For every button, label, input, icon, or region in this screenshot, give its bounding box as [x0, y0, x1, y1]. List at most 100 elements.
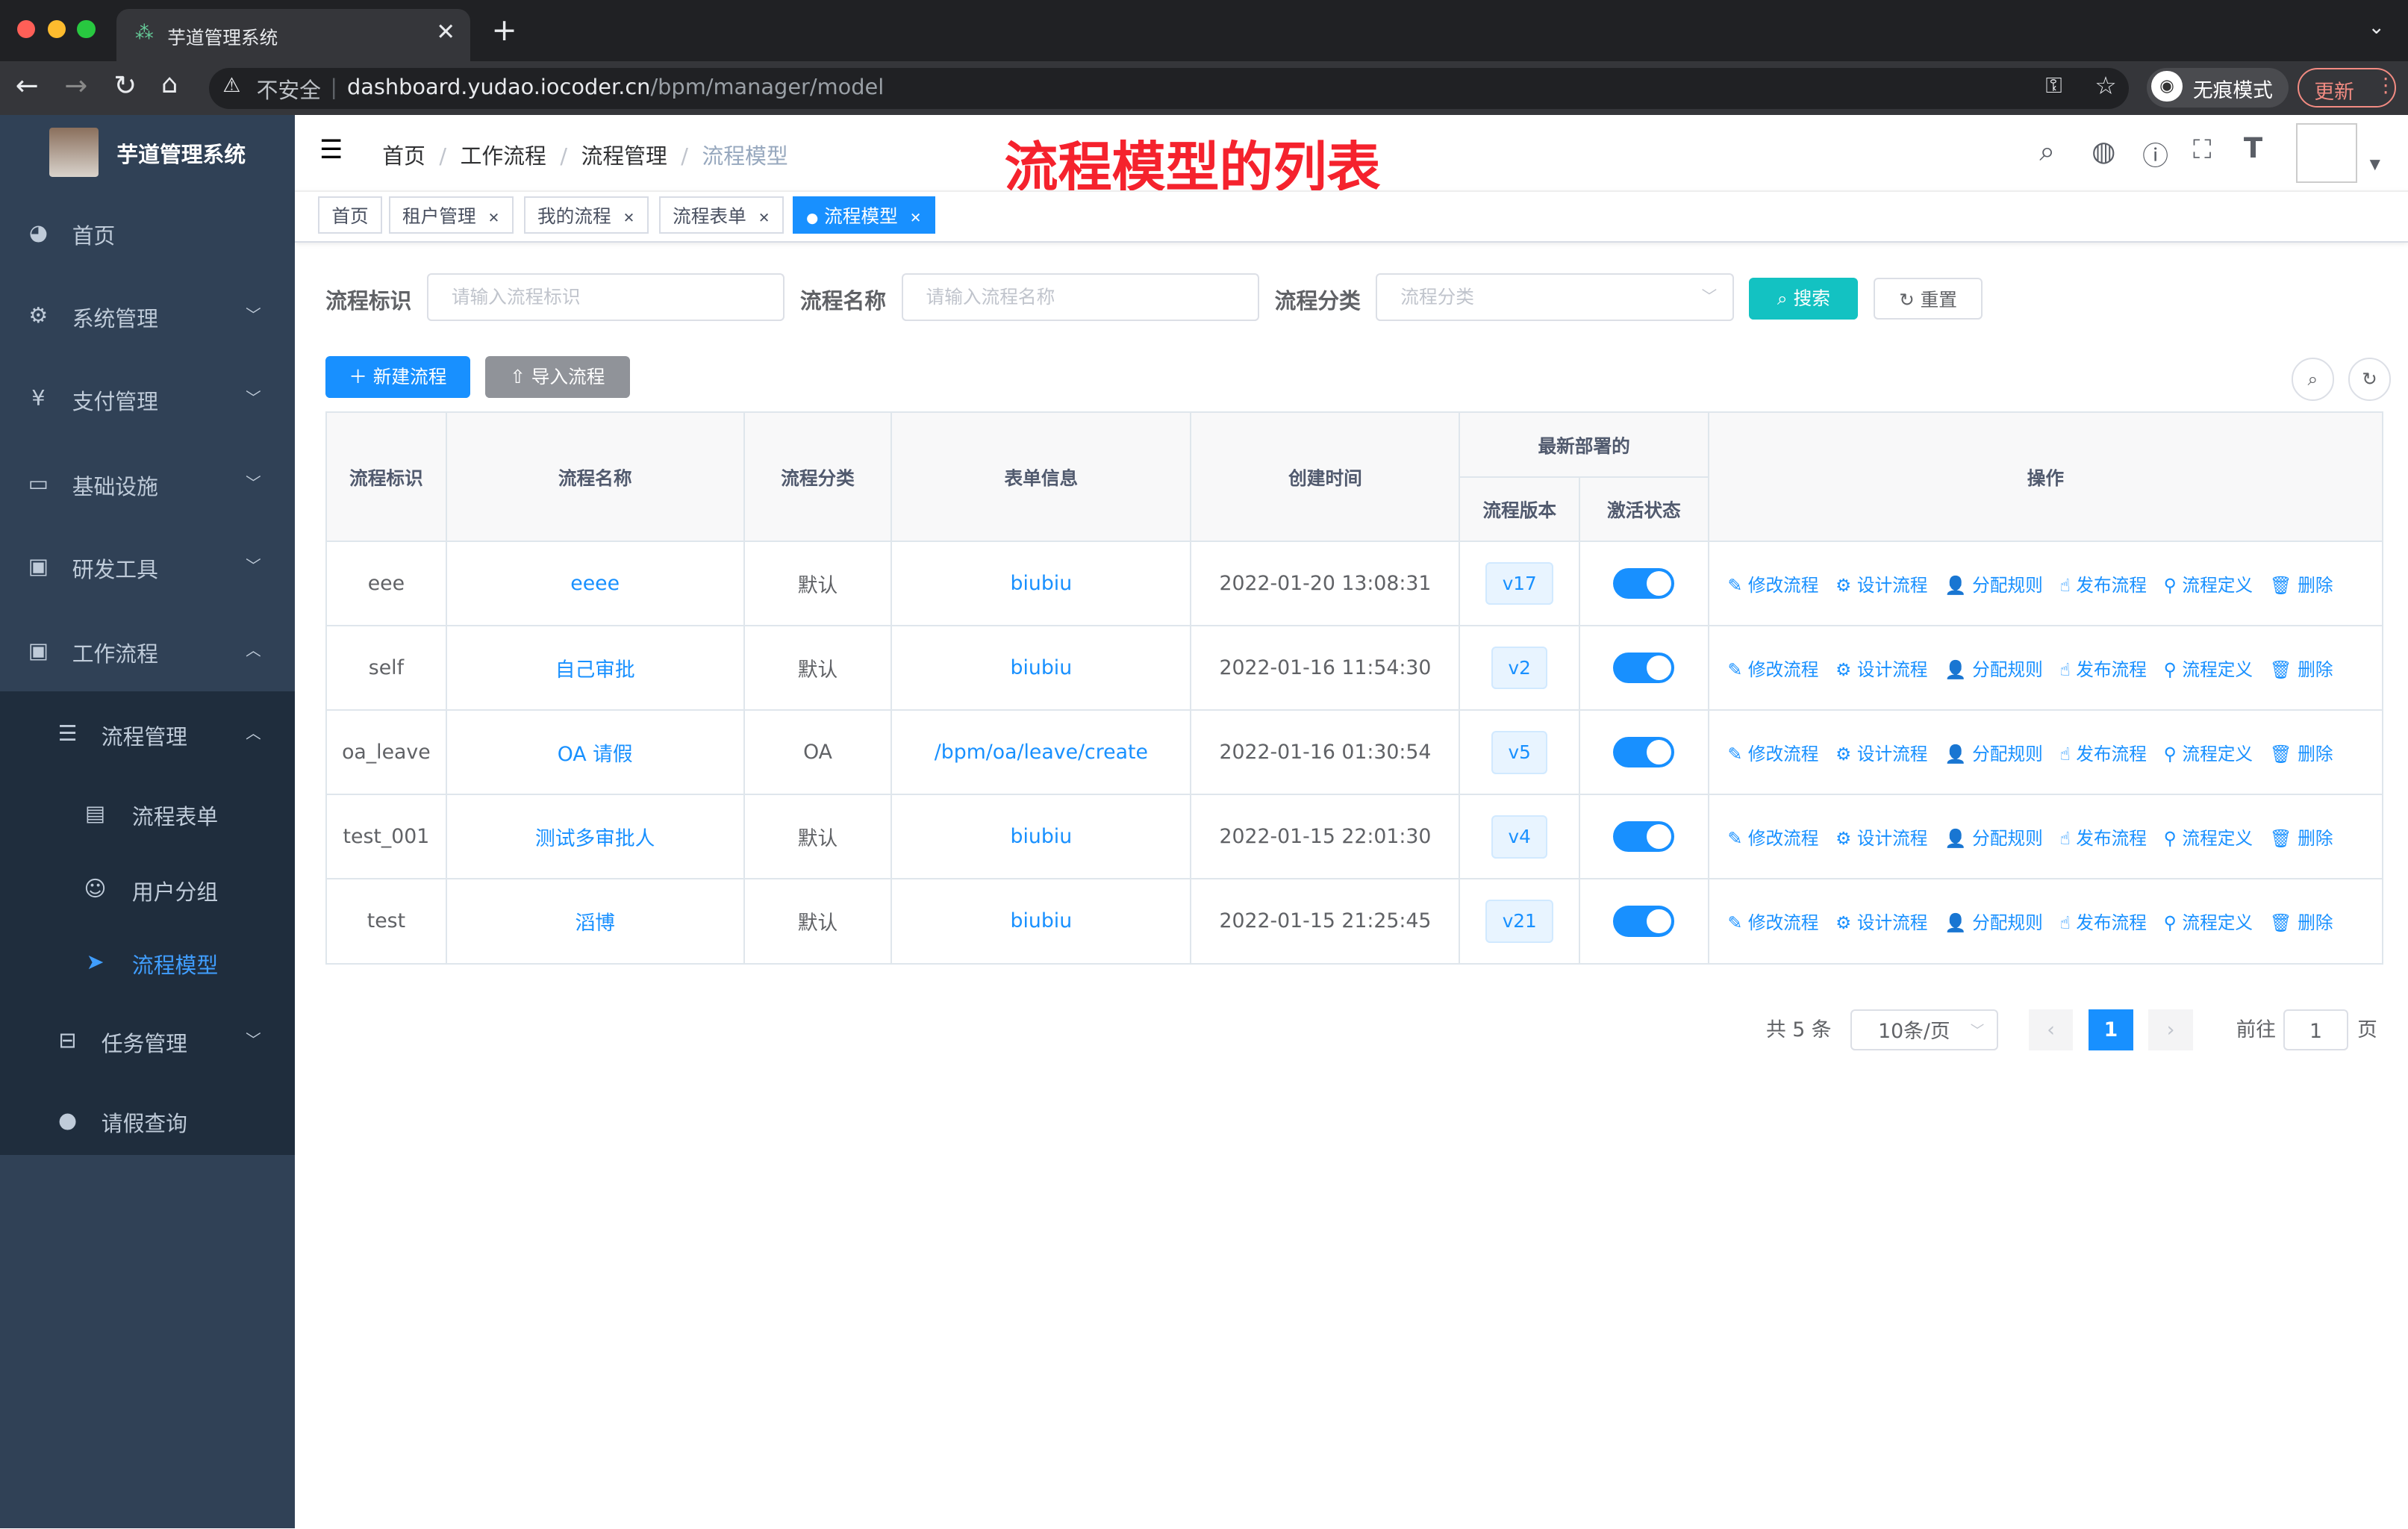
import-process-button[interactable]: ⇧ 导入流程 [485, 356, 630, 398]
warning-icon: ⚠ [222, 73, 241, 97]
cell-form-link[interactable]: biubiu [890, 541, 1192, 627]
design-action[interactable]: ⚙ 设计流程 [1835, 912, 1927, 933]
back-icon[interactable]: ← [16, 69, 39, 102]
name-input[interactable]: 请输入流程名称 [901, 273, 1260, 321]
category-select[interactable]: 流程分类 ﹀ [1376, 273, 1734, 321]
definition-action[interactable]: ⚲ 流程定义 [2164, 828, 2253, 849]
page-size-select[interactable]: 10条/页 ﹀ [1850, 1009, 1998, 1051]
search-icon[interactable]: ⌕ [2039, 135, 2055, 168]
cell-name-link[interactable]: 滔博 [445, 878, 745, 965]
prev-page-button[interactable]: ‹ [2028, 1009, 2074, 1051]
url-field[interactable]: ⚠ 不安全 | dashboard.yudao.iocoder.cn/bpm/m… [208, 67, 2129, 110]
design-action[interactable]: ⚙ 设计流程 [1835, 575, 1927, 596]
font-size-icon[interactable]: T [2244, 132, 2262, 164]
github-icon[interactable]: ◍ [2092, 135, 2115, 167]
definition-action[interactable]: ⚲ 流程定义 [2164, 575, 2253, 596]
design-action[interactable]: ⚙ 设计流程 [1835, 744, 1927, 764]
breadcrumb-item[interactable]: 工作流程 [461, 143, 546, 169]
home-icon[interactable]: ⌂ [161, 69, 178, 99]
design-action[interactable]: ⚙ 设计流程 [1835, 659, 1927, 680]
breadcrumb-item[interactable]: 首页 [382, 143, 425, 169]
page-1-button[interactable]: 1 [2089, 1009, 2133, 1051]
list-icon: ☰ [57, 720, 78, 746]
search-button[interactable]: ⌕ 搜索 [1749, 278, 1859, 320]
cell-form-link[interactable]: /bpm/oa/leave/create [890, 709, 1192, 796]
toggle-search-icon[interactable]: ⌕ [2291, 358, 2335, 401]
cell-name-link[interactable]: 自己审批 [445, 625, 745, 711]
tag-process-form[interactable]: 流程表单 ✕ [658, 196, 784, 234]
update-button[interactable]: 更新 ⋮ [2297, 67, 2396, 108]
delete-action[interactable]: 🗑 删除 [2270, 912, 2333, 933]
reload-icon[interactable]: ↻ [113, 69, 137, 102]
active-toggle[interactable] [1613, 821, 1675, 853]
deploy-action[interactable]: ☝ 发布流程 [2059, 744, 2147, 764]
forward-icon[interactable]: → [64, 69, 87, 102]
minimize-window-button[interactable] [47, 19, 66, 39]
edit-action[interactable]: ✎ 修改流程 [1727, 575, 1818, 596]
assign-rule-action[interactable]: 👤 分配规则 [1944, 828, 2043, 849]
edit-action[interactable]: ✎ 修改流程 [1727, 744, 1818, 764]
assign-rule-action[interactable]: 👤 分配规则 [1944, 575, 2043, 596]
deploy-action[interactable]: ☝ 发布流程 [2059, 828, 2147, 849]
cell-key: self [325, 625, 447, 711]
star-icon[interactable]: ☆ [2094, 71, 2117, 100]
reset-button[interactable]: ↻ 重置 [1874, 278, 1983, 320]
tag-process-model[interactable]: ● 流程模型 ✕ [792, 196, 935, 234]
goto-page-input[interactable]: 1 [2283, 1009, 2348, 1051]
chevron-down-icon: ﹀ [246, 473, 261, 492]
cell-form-link[interactable]: biubiu [890, 794, 1192, 880]
cell-name-link[interactable]: OA 请假 [445, 709, 745, 796]
close-window-button[interactable] [16, 19, 36, 39]
definition-action[interactable]: ⚲ 流程定义 [2164, 659, 2253, 680]
next-page-button[interactable]: › [2148, 1009, 2193, 1051]
assign-rule-action[interactable]: 👤 分配规则 [1944, 744, 2043, 764]
close-tab-icon[interactable]: ✕ [436, 19, 455, 46]
design-action[interactable]: ⚙ 设计流程 [1835, 828, 1927, 849]
delete-action[interactable]: 🗑 删除 [2270, 744, 2333, 764]
create-process-button[interactable]: ＋ 新建流程 [325, 356, 470, 398]
definition-icon: ⚲ [2163, 743, 2177, 764]
delete-action[interactable]: 🗑 删除 [2270, 575, 2333, 596]
tag-tenant[interactable]: 租户管理 ✕ [388, 196, 514, 234]
annotation-title: 流程模型的列表 [1004, 135, 1381, 199]
cell-name-link[interactable]: eeee [445, 541, 745, 627]
help-icon[interactable]: ⓘ [2142, 135, 2168, 173]
deploy-action[interactable]: ☝ 发布流程 [2059, 659, 2147, 680]
tag-home[interactable]: 首页 [317, 196, 383, 234]
caret-down-icon[interactable]: ▼ [2370, 157, 2380, 172]
breadcrumb-item[interactable]: 流程管理 [581, 143, 667, 169]
browser-tab[interactable]: ⁂ 芋道管理系统 ✕ [116, 9, 470, 62]
user-avatar[interactable] [2295, 122, 2357, 183]
deploy-action[interactable]: ☝ 发布流程 [2059, 912, 2147, 933]
hamburger-icon[interactable]: ☰ [319, 135, 343, 165]
design-icon: ⚙ [1835, 743, 1852, 764]
cell-name-link[interactable]: 测试多审批人 [445, 794, 745, 880]
chevron-down-icon: ﹀ [246, 1031, 261, 1050]
chevron-up-icon: ︿ [246, 641, 261, 659]
assign-rule-action[interactable]: 👤 分配规则 [1944, 912, 2043, 933]
delete-action[interactable]: 🗑 删除 [2270, 828, 2333, 849]
key-input[interactable]: 请输入流程标识 [426, 273, 785, 321]
maximize-window-button[interactable] [76, 19, 96, 39]
incognito-badge[interactable]: ◉ 无痕模式 [2147, 67, 2289, 108]
edit-action[interactable]: ✎ 修改流程 [1727, 912, 1818, 933]
active-toggle[interactable] [1613, 653, 1675, 684]
new-tab-icon[interactable]: + [491, 12, 517, 48]
active-toggle[interactable] [1613, 737, 1675, 768]
key-icon[interactable]: ⚿ [2045, 72, 2062, 99]
deploy-action[interactable]: ☝ 发布流程 [2059, 575, 2147, 596]
edit-action[interactable]: ✎ 修改流程 [1727, 659, 1818, 680]
cell-form-link[interactable]: biubiu [890, 878, 1192, 965]
definition-action[interactable]: ⚲ 流程定义 [2164, 744, 2253, 764]
active-toggle[interactable] [1613, 906, 1675, 937]
delete-action[interactable]: 🗑 删除 [2270, 659, 2333, 680]
tab-list-chevron-icon[interactable]: ⌄ [2368, 16, 2385, 39]
cell-form-link[interactable]: biubiu [890, 625, 1192, 711]
definition-action[interactable]: ⚲ 流程定义 [2164, 912, 2253, 933]
edit-action[interactable]: ✎ 修改流程 [1727, 828, 1818, 849]
assign-rule-action[interactable]: 👤 分配规则 [1944, 659, 2043, 680]
tag-my-process[interactable]: 我的流程 ✕ [523, 196, 649, 234]
active-toggle[interactable] [1613, 568, 1675, 600]
refresh-table-icon[interactable]: ↻ [2348, 358, 2392, 401]
fullscreen-icon[interactable]: ⛶ [2193, 135, 2211, 165]
